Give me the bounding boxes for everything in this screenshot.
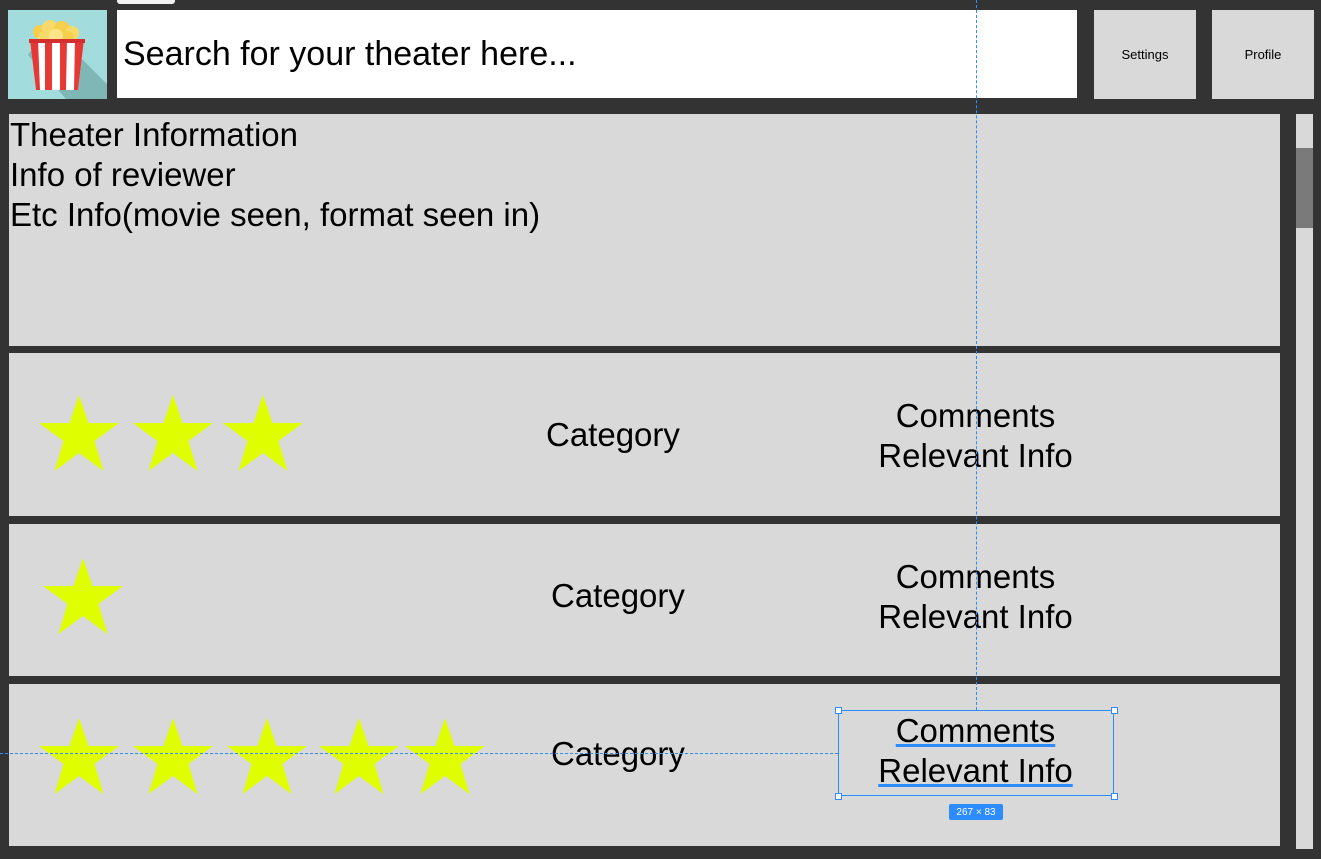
star-icon — [223, 395, 303, 471]
review-category: Category — [551, 577, 685, 614]
star-icon — [133, 395, 213, 471]
resize-handle-bottom-left[interactable] — [835, 793, 842, 800]
star-rating — [43, 558, 123, 634]
search-input[interactable]: Search for your theater here... — [117, 10, 1077, 98]
alignment-guide-vertical — [976, 0, 977, 710]
selection-size-badge: 267 × 83 — [949, 804, 1003, 820]
star-icon — [39, 395, 119, 471]
star-icon — [227, 718, 307, 794]
selection-box[interactable] — [838, 710, 1114, 796]
alignment-guide-horizontal — [0, 753, 838, 754]
popcorn-logo-icon[interactable] — [8, 10, 107, 99]
scrollbar-thumb[interactable] — [1296, 148, 1313, 228]
info-line-theater: Theater Information — [10, 116, 298, 153]
resize-handle-top-right[interactable] — [1111, 707, 1118, 714]
resize-handle-bottom-right[interactable] — [1111, 793, 1118, 800]
star-icon — [39, 718, 119, 794]
star-icon — [405, 718, 485, 794]
star-rating — [39, 395, 303, 471]
info-line-etc: Etc Info(movie seen, format seen in) — [10, 196, 541, 233]
star-icon — [133, 718, 213, 794]
review-category: Category — [546, 416, 680, 453]
star-icon — [43, 558, 123, 634]
settings-button[interactable]: Settings — [1094, 10, 1196, 99]
tab-indicator — [117, 0, 175, 4]
review-row[interactable]: Category Comments Relevant Info — [9, 353, 1280, 516]
review-category: Category — [551, 735, 685, 772]
theater-info-panel: Theater Information Info of reviewer Etc… — [9, 114, 1280, 346]
profile-button[interactable]: Profile — [1212, 10, 1314, 99]
star-icon — [319, 718, 399, 794]
info-line-reviewer: Info of reviewer — [10, 156, 236, 193]
star-rating — [39, 718, 485, 794]
review-row[interactable]: Category Comments Relevant Info — [9, 524, 1280, 676]
resize-handle-top-left[interactable] — [835, 707, 842, 714]
